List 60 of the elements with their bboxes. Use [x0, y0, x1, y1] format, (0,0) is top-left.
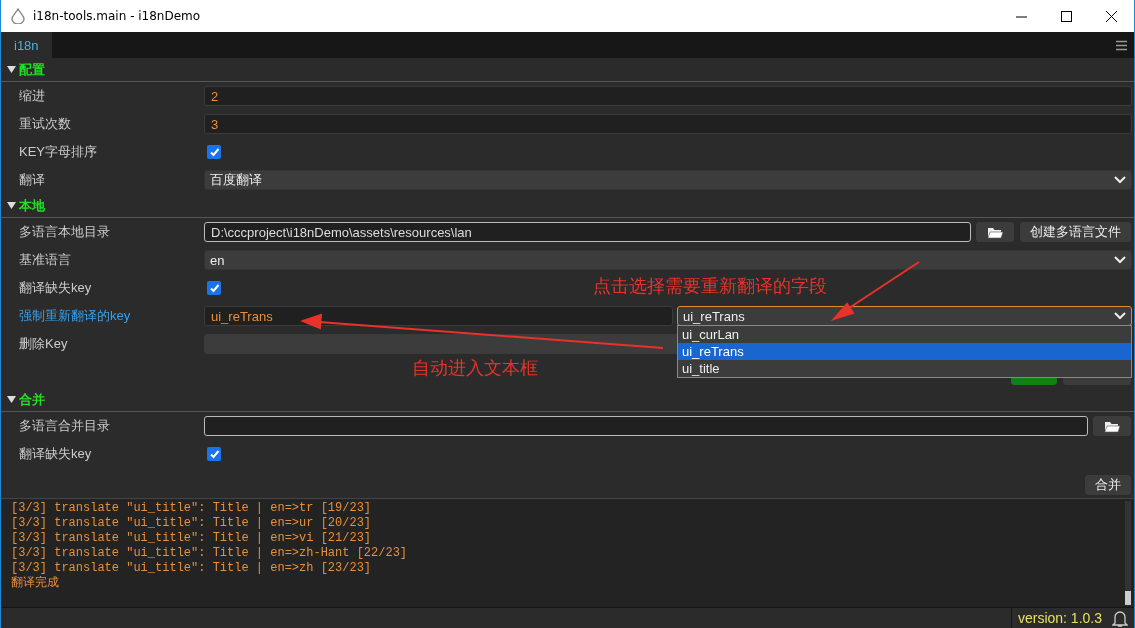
path-field[interactable] — [204, 416, 1088, 436]
log-line: [3/3] translate "ui_title": Title | en=>vi [21/23] — [11, 531, 373, 546]
section-title[interactable]: 本地 — [19, 196, 45, 215]
dropdown[interactable]: en — [204, 250, 1132, 270]
checkbox[interactable] — [207, 145, 221, 159]
chevron-icon — [1114, 256, 1126, 264]
section-title[interactable]: 合并 — [19, 390, 45, 409]
log-line: [3/3] translate "ui_title": Title | en=>zh [23/23] — [11, 561, 373, 576]
check-icon — [208, 147, 220, 157]
dropdown-option[interactable]: ui_title — [678, 360, 1131, 377]
folder-icon — [1104, 419, 1120, 433]
window-title: i18n-tools.main - i18nDemo — [33, 9, 201, 23]
expanded-icon[interactable] — [7, 395, 16, 404]
field-label: 强制重新翻译的key — [18, 307, 132, 325]
log-line: 翻译完成 — [11, 576, 60, 591]
dropdown[interactable]: ui_reTrans — [677, 306, 1132, 326]
field-label: 多语言合并目录 — [18, 417, 111, 435]
input-field[interactable]: 3 — [204, 114, 1132, 134]
input-field[interactable]: ui_reTrans — [204, 306, 673, 326]
bell-icon[interactable] — [1112, 609, 1128, 627]
log-line: [3/3] translate "ui_title": Title | en=>zh-Hant [22/23] — [11, 546, 409, 561]
field-label: 缩进 — [18, 87, 46, 105]
maximize-icon[interactable] — [1061, 10, 1072, 22]
close-icon[interactable] — [1106, 10, 1117, 22]
chevron-icon — [1114, 176, 1126, 184]
app-icon — [11, 8, 25, 24]
check-icon — [208, 283, 220, 293]
field-label: 翻译 — [18, 171, 46, 189]
checkbox[interactable] — [207, 447, 221, 461]
create-button[interactable]: 创建多语言文件 — [1019, 221, 1132, 243]
dropdown-option[interactable]: ui_curLan — [678, 326, 1131, 343]
field-label: 翻译缺失key — [18, 445, 93, 463]
field-label: 删除Key — [18, 335, 69, 353]
log-line: [3/3] translate "ui_title": Title | en=>ur [20/23] — [11, 516, 373, 531]
folder-button[interactable] — [975, 221, 1015, 243]
field-label: 重试次数 — [18, 115, 72, 133]
dropdown[interactable]: 百度翻译 — [204, 170, 1132, 190]
menu-icon[interactable] — [1116, 39, 1127, 51]
path-field[interactable]: D:\cccproject\i18nDemo\assets\resources\lan — [204, 222, 971, 242]
checkbox[interactable] — [207, 281, 221, 295]
expanded-icon[interactable] — [7, 201, 16, 210]
folder-button[interactable] — [1092, 415, 1132, 437]
check-icon — [208, 449, 220, 459]
input-field[interactable]: 2 — [204, 86, 1132, 106]
tab[interactable]: i18n — [1, 32, 52, 58]
chevron-icon — [1114, 312, 1126, 320]
expanded-icon[interactable] — [7, 65, 16, 74]
field-label: 多语言本地目录 — [18, 223, 111, 241]
version-label: version: 1.0.3 — [1010, 608, 1112, 628]
field-label: 基准语言 — [18, 251, 72, 269]
section-title[interactable]: 配置 — [19, 60, 45, 79]
field-label: 翻译缺失key — [18, 279, 93, 297]
field-label: KEY字母排序 — [18, 143, 98, 161]
annotation-text: 点击选择需要重新翻译的字段 — [593, 275, 827, 298]
dropdown-option[interactable]: ui_reTrans — [678, 343, 1131, 360]
folder-icon — [987, 225, 1003, 239]
action-button[interactable]: 合并 — [1084, 474, 1132, 496]
scrollbar[interactable] — [1125, 501, 1131, 605]
log-line: [3/3] translate "ui_title": Title | en=>tr [19/23] — [11, 501, 373, 516]
annotation-text: 自动进入文本框 — [412, 357, 538, 380]
